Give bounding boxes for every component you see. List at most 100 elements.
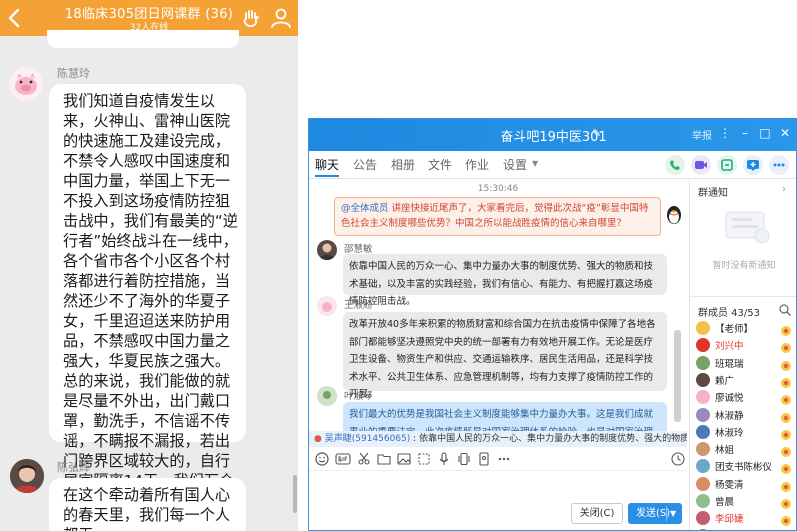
edit-icon[interactable]: ✎	[592, 127, 601, 140]
member-avatar[interactable]	[696, 494, 710, 508]
more-tools-icon[interactable]	[497, 452, 511, 466]
history-clock-icon[interactable]	[671, 452, 685, 466]
member-row[interactable]: 【老师】	[696, 320, 796, 337]
member-row[interactable]: 陈志锋	[696, 528, 796, 530]
member-badge-icon	[780, 357, 792, 371]
divider	[690, 296, 796, 297]
sender-name: 王淑紛	[344, 300, 373, 311]
gif-icon[interactable]	[335, 452, 351, 466]
tab-files[interactable]: 文件	[428, 156, 452, 173]
member-avatar[interactable]	[696, 407, 710, 422]
back-arrow-icon[interactable]	[4, 6, 26, 30]
minimize-icon[interactable]: –	[737, 125, 753, 141]
chevron-down-icon[interactable]: ▼	[670, 503, 676, 524]
member-avatar[interactable]	[696, 424, 710, 439]
share-screen-icon[interactable]	[717, 155, 737, 175]
screenshot-icon[interactable]	[417, 452, 431, 466]
member-row[interactable]: 林淑玲	[696, 424, 796, 441]
member-name: 李邱婕	[715, 514, 744, 526]
tab-album[interactable]: 相册	[391, 156, 415, 173]
member-row[interactable]: 林淑静	[696, 407, 796, 424]
member-row[interactable]: 刘兴中	[696, 337, 796, 354]
tab-settings[interactable]: 设置	[503, 156, 527, 173]
member-badge-icon	[780, 460, 792, 475]
input-toolbar	[309, 447, 687, 471]
tab-chat[interactable]: 聊天	[315, 156, 339, 173]
video-call-icon[interactable]	[691, 155, 711, 175]
at-all-mention[interactable]: @全体成员	[341, 203, 389, 214]
sender-name: 邵慧敏	[344, 244, 373, 255]
message-input[interactable]	[309, 472, 687, 500]
member-name: 赖广	[715, 375, 735, 387]
member-name: 曾晨	[715, 497, 735, 508]
chat-scrollbar[interactable]	[674, 330, 681, 422]
member-avatar[interactable]	[696, 321, 710, 335]
emoji-icon[interactable]	[315, 452, 329, 466]
live-icon[interactable]	[743, 155, 763, 175]
maximize-icon[interactable]: □	[757, 125, 773, 141]
member-avatar[interactable]	[696, 476, 710, 491]
member-row[interactable]: 班琨瑞	[696, 355, 796, 372]
group-members-icon[interactable]	[269, 6, 293, 30]
member-row[interactable]: 林姐	[696, 441, 796, 458]
tab-homework[interactable]: 作业	[465, 156, 489, 173]
sender-name: 陈慧玲	[57, 67, 90, 80]
pinned-notice[interactable]: @全体成员 讲座快接近尾声了，大家看完后，觉得此次战“疫”彰显中国特色社会主义制…	[334, 197, 661, 236]
member-row[interactable]: 李邱婕	[696, 510, 796, 527]
send-divider	[666, 506, 667, 521]
member-row[interactable]: 曾晨	[696, 493, 796, 510]
close-window-icon[interactable]: ✕	[777, 125, 793, 141]
message-bubble[interactable]: 在这个牵动着所有国人心的春天里，我们每一个人都无	[49, 478, 246, 531]
chevron-right-icon[interactable]: ›	[782, 184, 786, 195]
voice-call-icon[interactable]	[665, 155, 685, 175]
tab-bar: 聊天 公告 相册 文件 作业 设置 ▼	[309, 151, 796, 179]
message-bubble[interactable]: 依靠中国人民的万众一心、集中力量办大事的制度优势、强大的物质和技术基础，以及丰富…	[343, 254, 667, 307]
member-badge-icon	[780, 495, 792, 509]
member-name: 班琨瑞	[715, 358, 744, 370]
group-side-panel: 群通知 › 暂时没有新通知 群成员 43/53 【老师】 刘兴中 班琨瑞 赖广 廖诚悦林…	[689, 180, 796, 530]
member-avatar[interactable]	[696, 511, 710, 526]
send-button[interactable]: 发送(S) ▼	[628, 503, 682, 524]
report-link[interactable]: 举报	[692, 127, 712, 142]
member-row[interactable]: 杨雯清	[696, 476, 796, 493]
avatar[interactable]	[317, 296, 337, 316]
tab-announcement[interactable]: 公告	[353, 156, 377, 173]
folder-icon[interactable]	[377, 452, 391, 466]
no-notice-text: 暂时没有新通知	[712, 261, 776, 271]
avatar[interactable]	[10, 459, 44, 493]
member-avatar[interactable]	[696, 355, 710, 370]
pig-avatar-icon	[9, 67, 43, 101]
search-icon[interactable]	[778, 303, 792, 317]
penguin-icon	[667, 206, 681, 224]
more-options-icon[interactable]	[769, 155, 789, 175]
avatar[interactable]	[9, 67, 43, 101]
member-badge-icon	[780, 339, 792, 354]
member-badge-icon	[780, 391, 792, 406]
member-badge-icon	[780, 478, 792, 492]
member-row[interactable]: 赖广	[696, 372, 796, 389]
close-button[interactable]: 关闭(C)	[571, 503, 623, 524]
message-bubble[interactable]: 我们知道自疫情发生以来，火神山、雷神山医院的快速施工及建设完成，不禁令人感叹中国…	[49, 84, 246, 530]
reply-quote-bar[interactable]: ● 吴声睫(591456065) : 依靠中国人民的万众一心、集中力量办大事的制…	[309, 431, 687, 447]
raise-hand-icon[interactable]	[239, 6, 263, 30]
member-row[interactable]: 廖诚悦	[696, 389, 796, 406]
red-packet-icon[interactable]	[477, 452, 491, 466]
scissors-icon[interactable]	[357, 452, 371, 466]
avatar[interactable]	[317, 240, 337, 260]
quote-text: 依靠中国人民的万众一心、集中力量办大事的制度优势、强大的物质和技术基础...	[419, 434, 687, 444]
message-bubble[interactable]: 我们最大的优势是我国社会主义制度能够集中力量办大事。这是我们成就事业的重要法宝。…	[343, 402, 667, 431]
member-avatar[interactable]	[696, 372, 710, 387]
member-row[interactable]: 团支书陈彬仪	[696, 458, 796, 475]
avatar[interactable]	[317, 386, 337, 406]
scrollbar[interactable]	[293, 475, 297, 513]
mic-icon[interactable]	[437, 452, 451, 466]
member-avatar[interactable]	[696, 459, 710, 474]
chevron-down-icon[interactable]: ▼	[532, 159, 538, 168]
image-icon[interactable]	[397, 452, 411, 466]
message-bubble[interactable]: 改革开放40多年来积累的物质财富和综合国力在抗击疫情中保障了各地各部门都能够坚决…	[343, 312, 667, 400]
member-avatar[interactable]	[696, 390, 710, 405]
more-icon[interactable]: ⋮	[717, 125, 733, 141]
member-avatar[interactable]	[696, 338, 710, 353]
member-avatar[interactable]	[696, 442, 710, 457]
shake-icon[interactable]	[457, 452, 471, 466]
